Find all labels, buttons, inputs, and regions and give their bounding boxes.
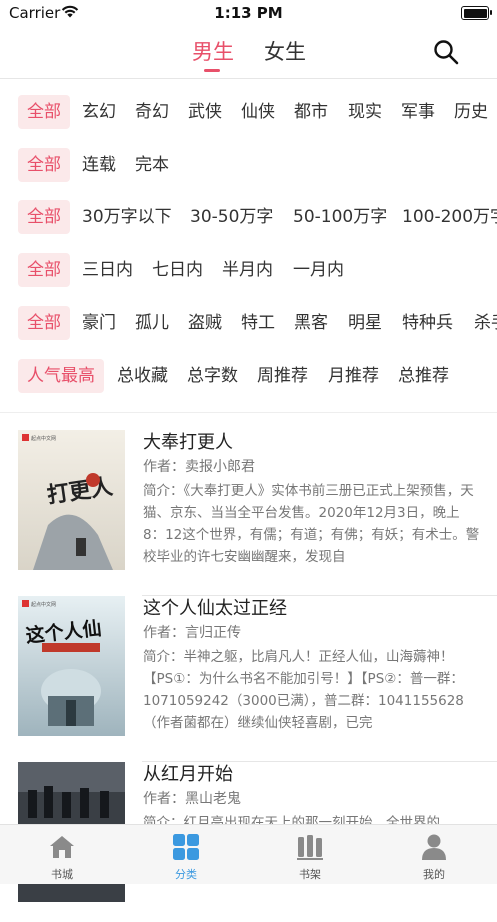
cover-publisher: 起点中文网: [31, 601, 56, 608]
chip-all[interactable]: 全部: [18, 253, 70, 287]
filter-row-genre: 全部 玄幻 奇幻 武侠 仙侠 都市 现实 军事 历史: [0, 95, 497, 129]
active-tab-indicator: [204, 69, 220, 72]
chip-tegong[interactable]: 特工: [241, 306, 275, 340]
book-title: 大奉打更人: [143, 432, 233, 453]
chip-7-days[interactable]: 七日内: [152, 253, 203, 287]
category-grid-icon: [173, 834, 199, 860]
book-author: 作者：黑山老鬼: [143, 791, 241, 807]
clock: 1:13 PM: [214, 4, 283, 22]
tab-bookshelf[interactable]: 书架: [248, 825, 372, 884]
book-item[interactable]: 起点中文网 这个人仙 这个人仙太过正经 作者：言归正传 简介：半神之躯，比肩凡人…: [0, 596, 497, 762]
section-divider: [0, 412, 497, 413]
book-author: 作者：卖报小郎君: [143, 459, 255, 475]
book-description: 简介：《大奉打更人》实体书前三册已正式上架预售，天猫、京东、当当全平台发售。20…: [143, 483, 480, 565]
book-description: 简介：半神之躯，比肩凡人！正经人仙，山海薅神！【PS①：为什么书名不能加引号！】…: [143, 649, 464, 731]
chip-tezhongbing[interactable]: 特种兵: [402, 306, 453, 340]
tab-label: 书架: [299, 868, 321, 881]
chip-300k-500k[interactable]: 30-50万字: [190, 200, 273, 234]
chip-500k-1m[interactable]: 50-100万字: [293, 200, 387, 234]
chip-total-words[interactable]: 总字数: [187, 359, 238, 393]
home-icon: [50, 836, 74, 858]
book-cover: 起点中文网 打更人: [18, 430, 125, 570]
chip-total-rec[interactable]: 总推荐: [398, 359, 449, 393]
filter-row-update-time: 全部 三日内 七日内 半月内 一月内: [0, 253, 497, 287]
top-nav: 男生 女生: [0, 26, 497, 79]
bottom-tab-bar: 书城 分类 书架 我的: [0, 824, 497, 884]
filter-row-wordcount: 全部 30万字以下 30-50万字 50-100万字 100-200万字: [0, 200, 497, 234]
book-author: 作者：言归正传: [143, 625, 241, 641]
chip-lishi[interactable]: 历史: [454, 95, 488, 129]
chip-all[interactable]: 全部: [18, 148, 70, 182]
chip-all[interactable]: 全部: [18, 200, 70, 234]
book-title: 这个人仙太过正经: [143, 598, 287, 619]
chip-all[interactable]: 全部: [18, 306, 70, 340]
book-item[interactable]: 起点中文网 打更人 大奉打更人 作者：卖报小郎君 简介：《大奉打更人》实体书前三…: [0, 430, 497, 596]
chip-shashou[interactable]: 杀手: [474, 306, 497, 340]
bookshelf-icon: [297, 835, 323, 860]
search-icon[interactable]: [432, 38, 460, 66]
chip-haomen[interactable]: 豪门: [82, 306, 116, 340]
chip-under-300k[interactable]: 30万字以下: [82, 200, 172, 234]
profile-icon: [422, 834, 446, 860]
chip-wuxia[interactable]: 武侠: [188, 95, 222, 129]
tab-category[interactable]: 分类: [124, 825, 248, 884]
chip-all[interactable]: 全部: [18, 95, 70, 129]
chip-1m-2m[interactable]: 100-200万字: [402, 200, 497, 234]
status-bar: Carrier 1:13 PM: [0, 0, 497, 26]
chip-dushi[interactable]: 都市: [294, 95, 328, 129]
battery-icon: [461, 6, 492, 20]
chip-xianxia[interactable]: 仙侠: [241, 95, 275, 129]
chip-guer[interactable]: 孤儿: [135, 306, 169, 340]
chip-heike[interactable]: 黑客: [294, 306, 328, 340]
chip-xianshi[interactable]: 现实: [348, 95, 382, 129]
chip-completed[interactable]: 完本: [135, 148, 169, 182]
cover-publisher: 起点中文网: [31, 435, 56, 442]
chip-most-popular[interactable]: 人气最高: [18, 359, 104, 393]
tab-label: 我的: [423, 868, 445, 881]
chip-ongoing[interactable]: 连载: [82, 148, 116, 182]
chip-half-month[interactable]: 半月内: [222, 253, 273, 287]
tab-male[interactable]: 男生: [192, 36, 234, 66]
chip-3-days[interactable]: 三日内: [82, 253, 133, 287]
chip-1-month[interactable]: 一月内: [293, 253, 344, 287]
filter-row-status: 全部 连载 完本: [0, 148, 497, 182]
chip-total-favorites[interactable]: 总收藏: [117, 359, 168, 393]
chip-xuanhuan[interactable]: 玄幻: [82, 95, 116, 129]
tab-label: 分类: [175, 868, 197, 881]
book-cover: 起点中文网 这个人仙: [18, 596, 125, 736]
book-title: 从红月开始: [143, 764, 233, 785]
tab-bookstore[interactable]: 书城: [0, 825, 124, 884]
chip-weekly-rec[interactable]: 周推荐: [257, 359, 308, 393]
chip-junshi[interactable]: 军事: [401, 95, 435, 129]
chip-monthly-rec[interactable]: 月推荐: [328, 359, 379, 393]
filter-row-sort: 人气最高 总收藏 总字数 周推荐 月推荐 总推荐: [0, 359, 497, 393]
filter-row-tags: 全部 豪门 孤儿 盗贼 特工 黑客 明星 特种兵 杀手: [0, 306, 497, 340]
tab-profile[interactable]: 我的: [372, 825, 496, 884]
chip-qihuan[interactable]: 奇幻: [135, 95, 169, 129]
chip-daozei[interactable]: 盗贼: [188, 306, 222, 340]
tab-female[interactable]: 女生: [264, 36, 306, 66]
tab-label: 书城: [51, 868, 73, 881]
chip-mingxing[interactable]: 明星: [348, 306, 382, 340]
